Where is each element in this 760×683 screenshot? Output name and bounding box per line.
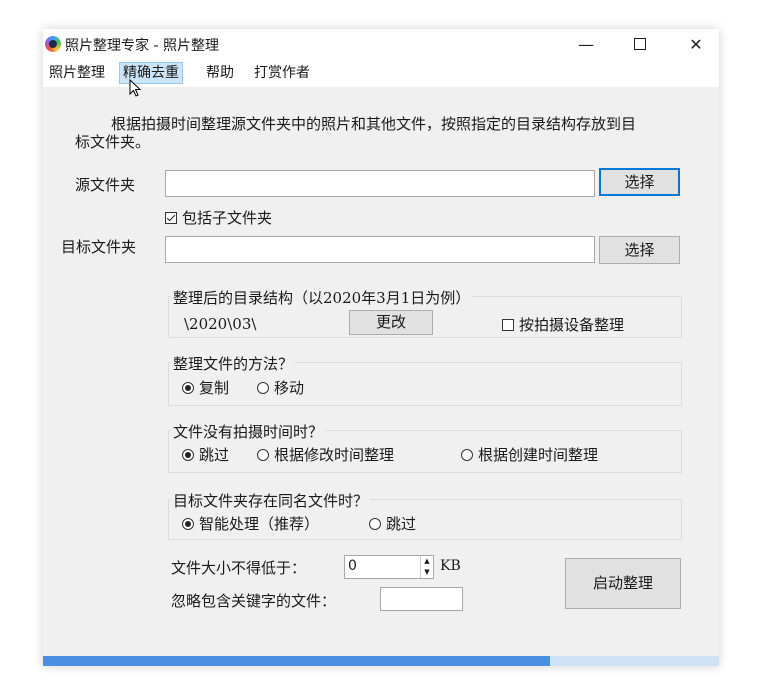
by-device-checkbox[interactable]: 按拍摄设备整理: [502, 314, 624, 335]
checkbox-unchecked-icon: [502, 319, 514, 331]
radio-selected-icon: [182, 518, 194, 530]
stepper-arrows: ▲ ▼: [420, 556, 433, 578]
target-select-button[interactable]: 选择: [599, 236, 680, 264]
maximize-button[interactable]: [617, 29, 663, 59]
duplicate-smart-radio[interactable]: 智能处理（推荐）: [182, 513, 319, 534]
start-organize-button[interactable]: 启动整理: [565, 558, 681, 609]
min-size-unit: KB: [440, 558, 461, 574]
method-move-label: 移动: [274, 379, 305, 397]
structure-example: \2020\03\: [184, 315, 257, 333]
min-size-stepper[interactable]: 0 ▲ ▼: [344, 555, 434, 579]
method-copy-radio[interactable]: 复制: [182, 377, 229, 398]
no-time-created-radio[interactable]: 根据创建时间整理: [461, 444, 598, 465]
source-folder-input[interactable]: [165, 170, 595, 197]
close-button[interactable]: ✕: [673, 29, 719, 59]
radio-unselected-icon: [257, 449, 269, 461]
ignore-keyword-label: 忽略包含关键字的文件：: [171, 592, 337, 610]
menu-photo-organize[interactable]: 照片整理: [46, 62, 108, 84]
duplicate-skip-radio[interactable]: 跳过: [369, 513, 416, 534]
mouse-cursor-icon: [129, 79, 142, 97]
radio-unselected-icon: [461, 449, 473, 461]
checkbox-checked-icon: [165, 212, 177, 224]
maximize-icon: [634, 38, 646, 50]
method-group-title: 整理文件的方法？: [171, 353, 296, 374]
no-time-modified-label: 根据修改时间整理: [274, 446, 395, 464]
ignore-keyword-input[interactable]: [380, 587, 463, 611]
radio-selected-icon: [182, 449, 194, 461]
duplicate-smart-label: 智能处理（推荐）: [199, 515, 320, 533]
no-time-skip-label: 跳过: [199, 446, 230, 464]
radio-selected-icon: [182, 382, 194, 394]
include-subfolders-label: 包括子文件夹: [182, 209, 273, 227]
no-time-group-title: 文件没有拍摄时间时？: [171, 421, 326, 442]
window-title: 照片整理专家 - 照片整理: [65, 38, 219, 54]
menu-bar: 照片整理 精确去重 帮助 打赏作者: [43, 59, 719, 87]
min-size-label: 文件大小不得低于：: [171, 559, 307, 577]
minimize-button[interactable]: —: [563, 29, 609, 59]
radio-unselected-icon: [369, 518, 381, 530]
menu-tip-author[interactable]: 打赏作者: [251, 62, 313, 84]
method-move-radio[interactable]: 移动: [257, 377, 304, 398]
duplicate-group-title: 目标文件夹存在同名文件时？: [171, 490, 371, 511]
duplicate-skip-label: 跳过: [386, 515, 417, 533]
source-select-button[interactable]: 选择: [599, 168, 680, 196]
app-window: 照片整理专家 - 照片整理 — ✕ 照片整理 精确去重 帮助 打赏作者 根据拍摄…: [43, 29, 719, 666]
change-structure-button[interactable]: 更改: [349, 310, 433, 335]
radio-unselected-icon: [257, 382, 269, 394]
no-time-skip-radio[interactable]: 跳过: [182, 444, 229, 465]
menu-help[interactable]: 帮助: [203, 62, 237, 84]
no-time-created-label: 根据创建时间整理: [478, 446, 599, 464]
target-folder-input[interactable]: [165, 236, 595, 263]
title-bar[interactable]: 照片整理专家 - 照片整理 — ✕: [43, 29, 719, 59]
spin-up-icon[interactable]: ▲: [421, 556, 433, 567]
target-folder-label: 目标文件夹: [61, 238, 137, 256]
app-icon: [45, 36, 61, 52]
progress-bar-fill: [43, 656, 550, 666]
source-folder-label: 源文件夹: [75, 176, 136, 194]
structure-group-title: 整理后的目录结构（以2020年3月1日为例）: [171, 287, 473, 308]
include-subfolders-checkbox[interactable]: 包括子文件夹: [165, 207, 272, 228]
by-device-label: 按拍摄设备整理: [519, 316, 625, 334]
spin-down-icon[interactable]: ▼: [421, 567, 433, 578]
no-time-modified-radio[interactable]: 根据修改时间整理: [257, 444, 394, 465]
method-copy-label: 复制: [199, 379, 230, 397]
minimize-icon: —: [578, 34, 594, 54]
min-size-value: 0: [348, 558, 357, 574]
description-text: 根据拍摄时间整理源文件夹中的照片和其他文件，按照指定的目录结构存放到目标文件夹。: [75, 115, 637, 151]
close-icon: ✕: [689, 34, 703, 54]
progress-bar: [43, 656, 719, 666]
